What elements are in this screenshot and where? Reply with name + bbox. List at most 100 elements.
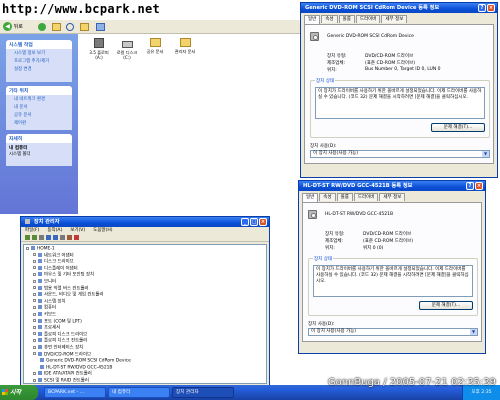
expand-icon[interactable] <box>33 338 36 342</box>
disable-icon[interactable] <box>74 235 79 240</box>
tab-general[interactable]: 일반 <box>304 15 321 24</box>
tab-details[interactable]: 세부 정보 <box>379 193 406 201</box>
other-places-item[interactable]: 내 문서 <box>6 103 72 111</box>
close-icon[interactable]: × <box>475 182 483 190</box>
device-tree-node[interactable]: 휴먼 인터페이스 장치 <box>24 345 83 351</box>
device-tree-node[interactable]: 플로피 디스크 컨트롤러 <box>24 338 87 344</box>
tab-driver[interactable]: 드라이버 <box>353 193 379 201</box>
menu-view[interactable]: 보기(V) <box>70 227 85 234</box>
close-icon[interactable]: × <box>259 218 267 226</box>
device-status-text[interactable]: 이 장치가 드라이버를 사용하기 위한 올바르게 설정되었습니다. 이제 드라이… <box>313 265 473 297</box>
device-tree-node[interactable]: DVD/CD-ROM 드라이브 <box>24 351 91 358</box>
expand-icon[interactable] <box>33 345 36 349</box>
views-icon[interactable] <box>96 23 105 31</box>
taskbar-item[interactable]: 내 컴퓨터 <box>108 387 170 398</box>
drive-item[interactable]: 로컬 디스크 (C:) <box>114 38 140 60</box>
forward-icon[interactable] <box>38 23 46 31</box>
properties-titlebar[interactable]: Generic DVD-ROM SCSI CdRom Device 등록 정보 … <box>301 3 497 13</box>
expand-icon[interactable] <box>33 292 36 296</box>
forward-icon[interactable] <box>32 235 37 240</box>
properties-titlebar[interactable]: HL-DT-ST RW/DVD GCC-4521B 등록 정보 ? × <box>299 181 485 191</box>
expand-icon[interactable] <box>33 319 36 323</box>
device-tree-node[interactable]: 컴퓨터 <box>24 305 56 311</box>
taskbar-item[interactable]: BCPARK.net - ... <box>44 387 106 398</box>
close-icon[interactable]: × <box>487 4 495 12</box>
tab-properties[interactable]: 속성 <box>321 15 338 23</box>
device-tree-node[interactable]: 키보드 <box>24 312 56 318</box>
expand-icon[interactable] <box>33 259 36 263</box>
device-tree-node[interactable]: 디스플레이 어댑터 <box>24 265 78 272</box>
device-tree-node[interactable]: 플로피 디스크 드라이브 <box>24 331 87 338</box>
device-tree-node[interactable]: 범용 직렬 버스 컨트롤러 <box>24 285 89 292</box>
back-button[interactable]: ◀ 뒤로 <box>3 22 33 32</box>
search-icon[interactable] <box>66 23 74 31</box>
properties-icon[interactable] <box>39 235 44 240</box>
expand-icon[interactable] <box>33 332 36 336</box>
expand-icon[interactable] <box>33 253 36 257</box>
start-button[interactable]: 시작 <box>0 385 38 400</box>
troubleshoot-button[interactable]: 문제 해결(T)... <box>419 301 473 310</box>
tab-details[interactable]: 세부 정보 <box>381 15 408 23</box>
taskbar-item[interactable]: 장치 관리자 <box>172 387 234 398</box>
device-tree-node[interactable]: 시스템 장치 <box>24 298 66 305</box>
expand-icon[interactable] <box>33 272 36 276</box>
expand-icon[interactable] <box>33 266 36 270</box>
tab-volumes[interactable]: 볼륨 <box>338 15 355 23</box>
device-usage-select[interactable]: 이 장치 사용(사용 가능) ▼ <box>308 328 478 336</box>
device-tree-node[interactable]: HOME-1 <box>24 246 55 252</box>
expand-icon[interactable] <box>33 312 36 316</box>
other-places-item[interactable]: 제어판 <box>6 119 72 127</box>
menu-file[interactable]: 파일(F) <box>25 227 39 234</box>
device-tree-node[interactable]: Generic DVD-ROM SCSI CdRom Device <box>24 358 131 364</box>
clock[interactable]: 오후 2:35 <box>471 390 491 395</box>
troubleshoot-button[interactable]: 문제 해결(T)... <box>431 123 485 132</box>
up-folder-icon[interactable] <box>52 23 61 31</box>
drive-item[interactable]: 3.5 플로피 (A:) <box>86 38 112 60</box>
tab-driver[interactable]: 드라이버 <box>355 15 381 23</box>
system-tasks-item[interactable]: 프로그램 추가/제거 <box>6 57 72 65</box>
device-tree-node[interactable]: IDE ATA/ATAPI 컨트롤러 <box>24 371 92 377</box>
device-tree-node[interactable]: 마우스 및 기타 포인팅 장치 <box>24 272 94 278</box>
other-places-item[interactable]: 내 네트워크 환경 <box>6 95 72 103</box>
expand-icon[interactable] <box>33 325 36 329</box>
help-icon[interactable]: ? <box>466 182 474 190</box>
update-driver-icon[interactable] <box>67 235 72 240</box>
device-tree-node[interactable]: 사운드, 비디오 및 게임 컨트롤러 <box>24 292 104 298</box>
expand-icon[interactable] <box>33 279 36 283</box>
device-tree-node[interactable]: HL-DT-ST RW/DVD GCC-4521B <box>24 364 112 371</box>
system-tasks-item[interactable]: 시스템 정보 보기 <box>6 49 72 57</box>
minimize-icon[interactable]: _ <box>241 218 249 226</box>
device-usage-select[interactable]: 이 장치 사용(사용 가능) ▼ <box>310 150 490 158</box>
collapse-icon[interactable] <box>26 246 29 250</box>
refresh-icon[interactable] <box>46 235 51 240</box>
expand-icon[interactable] <box>33 378 36 382</box>
drive-item[interactable]: 관리자 문서 <box>172 38 198 54</box>
other-places-item[interactable]: 공유 문서 <box>6 111 72 119</box>
device-manager-titlebar[interactable]: 장치 관리자 _ □ × <box>21 217 269 227</box>
folders-icon[interactable] <box>80 23 89 31</box>
device-tree-node[interactable]: 디스크 드라이브 <box>24 259 74 265</box>
tab-volumes[interactable]: 볼륨 <box>336 193 353 201</box>
expand-icon[interactable] <box>33 286 36 290</box>
tab-general[interactable]: 일반 <box>302 193 319 202</box>
back-icon[interactable] <box>25 235 30 240</box>
device-tree-node[interactable]: 포트 (COM 및 LPT) <box>24 318 82 325</box>
menu-help[interactable]: 도움말(H) <box>93 227 112 234</box>
help-icon[interactable] <box>53 235 58 240</box>
system-tasks-item[interactable]: 설정 변경 <box>6 65 72 73</box>
maximize-icon[interactable]: □ <box>250 218 258 226</box>
device-tree-node[interactable]: 모니터 <box>24 279 56 285</box>
tab-properties[interactable]: 속성 <box>319 193 336 201</box>
other-places-title[interactable]: 기타 위치 <box>6 86 72 95</box>
device-status-text[interactable]: 이 장치가 드라이버를 사용하기 위한 올바르게 설정되었습니다. 이제 드라이… <box>315 87 485 119</box>
expand-icon[interactable] <box>33 305 36 309</box>
scan-icon[interactable] <box>60 235 65 240</box>
expand-icon[interactable] <box>33 299 36 303</box>
details-title[interactable]: 자세히 <box>6 134 72 143</box>
collapse-icon[interactable] <box>33 352 36 356</box>
device-tree-node[interactable]: SCSI 및 RAID 컨트롤러 <box>24 378 89 383</box>
device-tree-node[interactable]: 프로세서 <box>24 325 60 331</box>
menu-action[interactable]: 동작(A) <box>47 227 62 234</box>
help-icon[interactable]: ? <box>478 4 486 12</box>
system-tasks-title[interactable]: 시스템 작업 <box>6 40 72 49</box>
